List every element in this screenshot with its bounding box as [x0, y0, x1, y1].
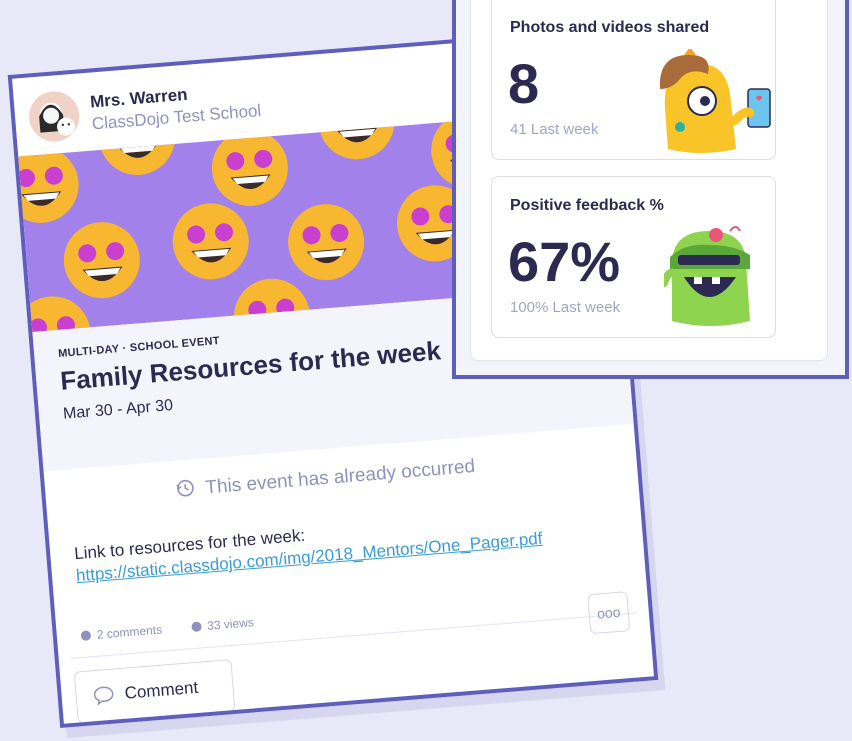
- views-count[interactable]: 33 views: [190, 615, 255, 634]
- star-struck-emoji-icon: [18, 146, 79, 223]
- comments-count[interactable]: 2 comments: [80, 622, 163, 643]
- event-dates: Mar 30 - Apr 30: [62, 396, 174, 423]
- photos-videos-card[interactable]: Photos and videos shared 8 41 Last week: [491, 0, 776, 160]
- more-options-button[interactable]: ooo: [587, 591, 631, 635]
- post-body: Link to resources for the week: https://…: [73, 506, 544, 587]
- star-struck-emoji-icon: [63, 222, 140, 299]
- views-count-label: 33 views: [206, 615, 255, 633]
- positive-feedback-card[interactable]: Positive feedback % 67% 100% Last week: [491, 176, 776, 338]
- star-struck-emoji-icon: [211, 129, 288, 206]
- comment-dot-icon: [80, 630, 92, 642]
- event-status-text: This event has already occurred: [204, 455, 476, 499]
- stat-last-week: 100% Last week: [510, 299, 621, 316]
- star-struck-emoji-icon: [318, 109, 395, 160]
- clock-history-icon: [175, 477, 197, 499]
- event-status: This event has already occurred: [175, 455, 476, 502]
- stat-title: Photos and videos shared: [510, 19, 710, 36]
- stat-value: 8: [508, 52, 540, 115]
- avatar[interactable]: [27, 89, 82, 144]
- comment-button[interactable]: Comment: [73, 659, 236, 724]
- post-stats: 2 comments 33 views: [80, 613, 280, 643]
- star-struck-emoji-icon: [288, 204, 365, 281]
- speech-bubble-icon: [92, 684, 116, 708]
- comment-button-label: Comment: [123, 677, 199, 703]
- class-stats-panel: Photos and videos shared 8 41 Last week …: [452, 0, 849, 379]
- star-struck-emoji-icon: [18, 296, 91, 332]
- stat-last-week: 41 Last week: [510, 121, 599, 138]
- stats-container: Photos and videos shared 8 41 Last week …: [470, 0, 828, 361]
- stat-title: Positive feedback %: [510, 197, 664, 214]
- eye-check-icon: [190, 621, 202, 633]
- green-monster-icon: [660, 221, 759, 338]
- post-header: Mrs. Warren ClassDojo Test School: [27, 85, 262, 146]
- star-struck-emoji-icon: [172, 203, 249, 280]
- comments-count-label: 2 comments: [96, 622, 163, 642]
- yellow-monster-icon: [650, 47, 775, 164]
- stat-value: 67%: [508, 230, 621, 293]
